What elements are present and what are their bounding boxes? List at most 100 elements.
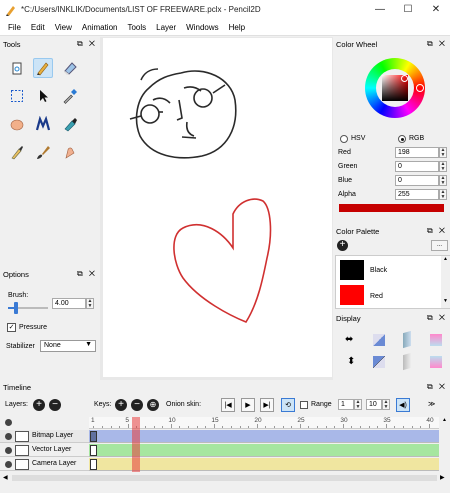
timeline-vertical-scrollbar[interactable]: ▲ — [439, 417, 450, 472]
playhead[interactable] — [132, 417, 140, 472]
onion-blue-icon[interactable] — [403, 330, 411, 349]
polyline-icon[interactable] — [33, 114, 53, 134]
eraser-icon[interactable] — [60, 58, 80, 78]
panel-float-close-icons[interactable]: ⧉ ✕ — [427, 382, 447, 392]
select-icon[interactable] — [7, 86, 27, 106]
close-icon[interactable]: ✕ — [422, 0, 450, 19]
green-spinner[interactable]: ▲ ▼ — [439, 161, 447, 172]
red-spinner[interactable]: ▲ ▼ — [439, 147, 447, 158]
move-icon[interactable] — [33, 86, 53, 106]
range-end-spinner[interactable]: ▲ ▼ — [382, 399, 390, 410]
green-field[interactable]: 0 — [395, 161, 439, 172]
drawing-canvas[interactable] — [103, 38, 332, 377]
brush-size-spinner[interactable]: ▲ ▼ — [86, 298, 94, 309]
red-field[interactable]: 198 — [395, 147, 439, 158]
timeline-horizontal-scrollbar[interactable]: ◀ ▶ — [0, 473, 450, 483]
frame-tick — [291, 426, 293, 428]
frame-tick — [179, 426, 181, 428]
panel-float-close-icons[interactable]: ⧉ ✕ — [427, 39, 447, 49]
palette-swatch-red[interactable] — [340, 285, 364, 305]
smudge-icon[interactable] — [60, 142, 80, 162]
eye-icon[interactable] — [5, 433, 12, 440]
add-key-button[interactable]: + — [115, 399, 127, 411]
keyframe[interactable] — [90, 431, 97, 442]
duplicate-key-button[interactable]: ⊕ — [147, 399, 159, 411]
eye-icon[interactable] — [5, 461, 12, 468]
panel-float-close-icons[interactable]: ⧉ ✕ — [427, 226, 447, 236]
visibility-all-icon[interactable] — [5, 419, 12, 426]
track-camera[interactable] — [89, 458, 439, 471]
horizontal-flip-icon[interactable]: ⬌ — [345, 334, 353, 345]
stabilizer-select[interactable]: None ▼ — [40, 340, 96, 352]
panel-float-close-icons[interactable]: ⧉ ✕ — [77, 39, 97, 49]
menu-view[interactable]: View — [50, 23, 77, 32]
menu-animation[interactable]: Animation — [77, 23, 123, 32]
sound-button[interactable]: ◀) — [396, 398, 410, 412]
range-start-spinner[interactable]: ▲ ▼ — [354, 399, 362, 410]
pressure-checkbox[interactable]: ✓ — [7, 323, 16, 332]
menu-layer[interactable]: Layer — [151, 23, 181, 32]
track-bitmap[interactable] — [89, 430, 439, 443]
blue-field[interactable]: 0 — [395, 175, 439, 186]
brush-size-field[interactable]: 4.00 — [52, 298, 86, 309]
brush-size-slider[interactable] — [8, 302, 48, 314]
timeline-panel-title: Timeline — [3, 383, 32, 392]
menu-windows[interactable]: Windows — [181, 23, 223, 32]
remove-key-button[interactable]: − — [131, 399, 143, 411]
range-start-field[interactable]: 1 — [338, 399, 354, 410]
pencil-icon[interactable] — [33, 58, 53, 78]
onion-skin-label: Onion skin: — [166, 401, 202, 408]
frame-ruler[interactable]: 1 5 10 15 20 25 30 35 40 — [89, 417, 439, 429]
onion-red-icon[interactable] — [430, 334, 442, 346]
add-icon[interactable]: + — [337, 240, 348, 251]
alpha-field[interactable]: 255 — [395, 189, 439, 200]
blue-spinner[interactable]: ▲ ▼ — [439, 175, 447, 186]
bucket-icon[interactable] — [60, 114, 80, 134]
hue-picker-cursor[interactable] — [416, 84, 424, 92]
pen-icon[interactable] — [7, 142, 27, 162]
color-picker-cursor[interactable] — [401, 75, 408, 82]
track-vector[interactable] — [89, 444, 439, 457]
onion-prev-icon[interactable] — [373, 334, 385, 346]
hsv-radio[interactable] — [340, 135, 348, 143]
menu-edit[interactable]: Edit — [26, 23, 50, 32]
hue-ring[interactable] — [365, 58, 425, 118]
onion-next-red-icon[interactable] — [430, 356, 442, 368]
loop-button[interactable]: ⟲ — [281, 398, 295, 412]
keyframe[interactable] — [90, 459, 97, 470]
palette-swatch-black[interactable] — [340, 260, 364, 280]
vertical-flip-icon[interactable]: ⬍ — [347, 356, 355, 367]
layer-row-bitmap[interactable]: Bitmap Layer — [0, 430, 89, 443]
remove-layer-button[interactable]: − — [49, 399, 61, 411]
onion-next-blue-icon[interactable] — [403, 352, 411, 371]
frame-tick — [170, 424, 172, 428]
rgb-radio[interactable] — [398, 135, 406, 143]
palette-scrollbar[interactable]: ▲ ▼ — [441, 256, 450, 308]
timeline-more-icon[interactable]: ≫ — [428, 400, 435, 408]
maximize-icon[interactable]: ☐ — [394, 0, 422, 19]
keyframe[interactable] — [90, 445, 97, 456]
brush-icon[interactable] — [33, 142, 53, 162]
menu-help[interactable]: Help — [224, 23, 250, 32]
panel-float-close-icons[interactable]: ⧉ ✕ — [427, 313, 447, 323]
layer-row-camera[interactable]: Camera Layer — [0, 458, 89, 471]
eye-icon[interactable] — [5, 447, 12, 454]
range-end-field[interactable]: 10 — [366, 399, 382, 410]
layer-row-vector[interactable]: Vector Layer — [0, 444, 89, 457]
range-checkbox[interactable] — [300, 401, 308, 409]
menu-file[interactable]: File — [3, 23, 26, 32]
menu-tools[interactable]: Tools — [122, 23, 151, 32]
play-button[interactable]: ▶ — [241, 398, 255, 412]
jump-to-start-button[interactable]: |◀ — [221, 398, 235, 412]
options-panel: Brush: 4.00 ▲ ▼ ✓ Pressure Stabilizer Non… — [0, 282, 100, 377]
outline-icon[interactable] — [373, 356, 385, 368]
palette-menu-button[interactable]: ... — [431, 240, 448, 251]
panel-float-close-icons[interactable]: ⧉ ✕ — [77, 269, 97, 279]
clear-icon[interactable] — [7, 58, 27, 78]
minimize-icon[interactable]: — — [366, 0, 394, 19]
hand-icon[interactable] — [7, 114, 27, 134]
jump-to-end-button[interactable]: ▶| — [260, 398, 274, 412]
eyedropper-icon[interactable] — [60, 86, 80, 106]
alpha-spinner[interactable]: ▲ ▼ — [439, 189, 447, 200]
add-layer-button[interactable]: + — [33, 399, 45, 411]
